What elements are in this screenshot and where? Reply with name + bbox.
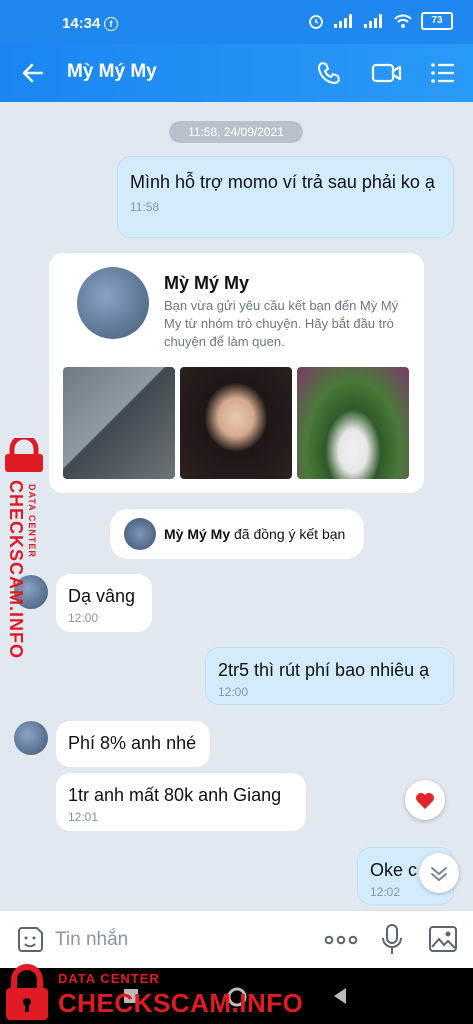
avatar[interactable] [77, 267, 149, 339]
reaction-button[interactable] [405, 780, 445, 820]
chat-header: Mỳ Mý My [0, 44, 473, 102]
status-time: 14:34 [62, 15, 101, 32]
watermark-vertical-sub: DATA CENTER [27, 484, 37, 558]
friend-request-card[interactable]: Mỳ Mý My Bạn vừa gửi yêu cầu kết bạn đến… [49, 253, 424, 493]
chevron-down-icon [431, 867, 447, 882]
card-contact-name: Mỳ Mý My [164, 273, 250, 293]
back-arrow-icon[interactable] [20, 60, 46, 86]
message-input[interactable]: Tin nhắn [55, 929, 128, 951]
card-description: Bạn vừa gửi yêu cầu kết bạn đến Mỳ Mý My… [164, 298, 399, 349]
battery-icon: 73 [421, 12, 453, 30]
avatar[interactable] [14, 721, 48, 755]
sticker-icon[interactable] [15, 925, 45, 955]
image-icon[interactable] [428, 925, 458, 953]
message-bubble-outgoing[interactable]: Mình hỗ trợ momo ví trả sau phải ko ạ 11… [117, 156, 454, 238]
message-text: Dạ vâng [68, 586, 136, 606]
microphone-icon[interactable] [380, 923, 404, 957]
more-dots-icon[interactable] [324, 931, 358, 949]
phone-icon[interactable] [316, 60, 342, 86]
message-text: Mình hỗ trợ momo ví trả sau phải ko ạ [130, 172, 435, 192]
message-time: 12:00 [68, 611, 99, 625]
notice-name: Mỳ Mý My [164, 526, 231, 542]
status-icons: 73 [307, 12, 453, 30]
message-text: 2tr5 thì rút phí bao nhiêu ạ [218, 660, 430, 680]
message-bubble-outgoing[interactable]: 2tr5 thì rút phí bao nhiêu ạ 12:00 [205, 647, 454, 705]
message-time: 12:01 [68, 810, 99, 824]
message-time: 12:00 [218, 685, 249, 699]
scroll-to-bottom-button[interactable] [419, 853, 459, 893]
photo-thumbnail[interactable] [297, 367, 409, 479]
wifi-icon [394, 14, 412, 28]
message-composer: Tin nhắn [0, 910, 473, 969]
message-time: 11:58 [130, 200, 160, 214]
date-separator: 11:58, 24/09/2021 [169, 121, 303, 143]
back-triangle-icon[interactable] [332, 987, 348, 1005]
heart-icon [416, 793, 434, 809]
video-camera-icon[interactable] [371, 60, 403, 86]
photo-thumbnail[interactable] [180, 367, 292, 479]
photo-thumbnail[interactable] [63, 367, 175, 479]
lock-icon [6, 964, 48, 1020]
signal-icon-2 [364, 14, 382, 28]
alarm-icon [309, 15, 323, 29]
avatar [124, 518, 156, 550]
signal-icon [334, 14, 352, 28]
friend-accepted-notice: Mỳ Mý My đã đồng ý kết bạn [110, 509, 364, 559]
contact-name[interactable]: Mỳ Mý My [67, 61, 157, 83]
lock-icon [5, 438, 43, 472]
message-text: Oke c [370, 860, 418, 880]
facebook-notification-icon: f [104, 17, 118, 31]
message-text: Phí 8% anh nhé [68, 733, 197, 753]
message-bubble-incoming[interactable]: Phí 8% anh nhé [56, 721, 210, 767]
message-text: 1tr anh mất 80k anh Giang [68, 785, 282, 805]
watermark-bottom-sub: DATA CENTER [58, 971, 160, 986]
message-bubble-incoming[interactable]: 1tr anh mất 80k anh Giang 12:01 [56, 773, 306, 831]
notice-message: đã đồng ý kết bạn [230, 526, 346, 542]
menu-list-icon[interactable] [430, 60, 456, 86]
notice-text: Mỳ Mý My đã đồng ý kết bạn [164, 526, 345, 542]
watermark-vertical-main: CHECKSCAM.INFO [6, 480, 26, 659]
watermark-bottom-main: CHECKSCAM.INFO [58, 988, 304, 1018]
status-bar: 14:34 f 73 [0, 0, 473, 44]
message-bubble-incoming[interactable]: Dạ vâng 12:00 [56, 574, 152, 632]
